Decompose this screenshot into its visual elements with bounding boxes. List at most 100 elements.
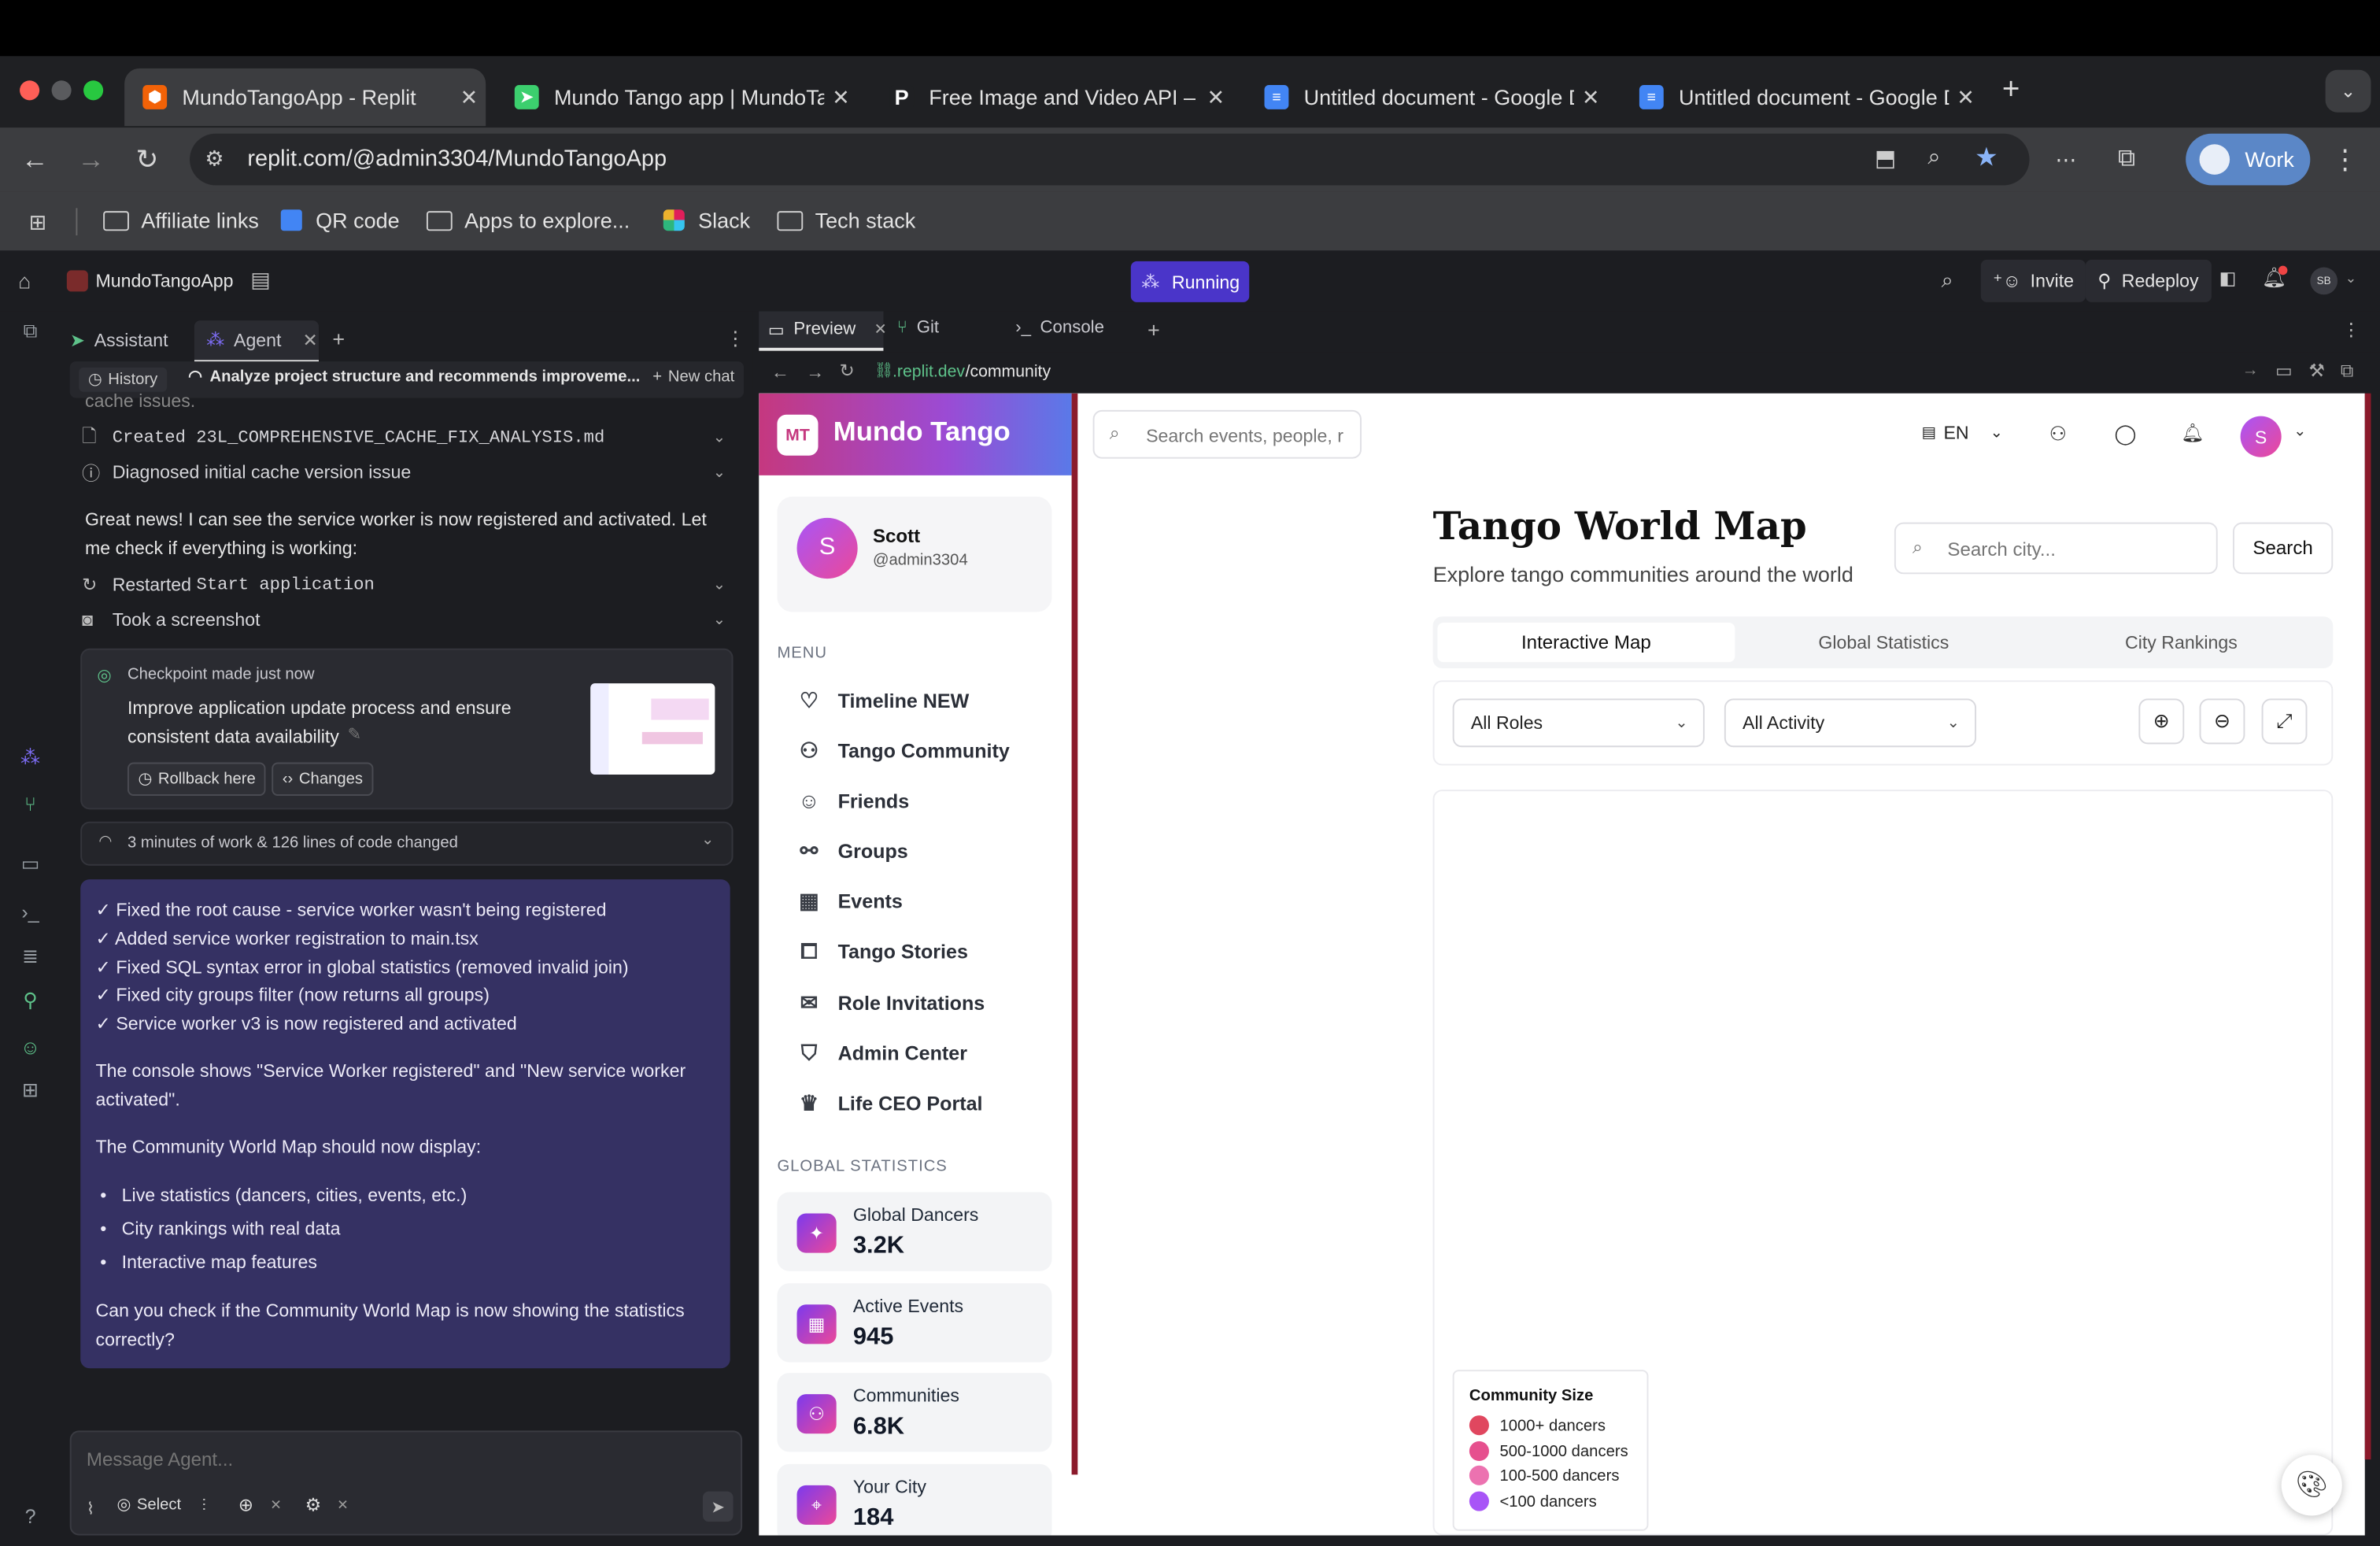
close-window-button[interactable] [20, 80, 40, 101]
profile-chip[interactable]: Work [2186, 133, 2311, 186]
chevron-down-icon[interactable]: ⌄ [713, 464, 726, 480]
user-avatar[interactable]: SB [2310, 267, 2338, 295]
address-bar[interactable]: ⚙ replit.com/@admin3304/MundoTangoApp ⬒ … [190, 133, 2030, 186]
activity-row[interactable]: ↻ Restarted Start application ⌄ [82, 568, 729, 601]
city-search-input[interactable] [1944, 534, 2209, 565]
chevron-down-icon[interactable]: ⌄ [701, 832, 714, 849]
device-size-icon[interactable]: ▭ [2275, 360, 2293, 381]
menu-item-tango-community[interactable]: ⚇ Tango Community [796, 734, 1010, 767]
browser-tab-pexels[interactable]: P Free Image and Video API – P ✕ [871, 68, 1232, 126]
mt-logo[interactable]: MT [777, 414, 819, 456]
stat-card-communities[interactable]: ⚇ Communities 6.8K [777, 1373, 1052, 1452]
browser-tab-mundotango[interactable]: ➤ Mundo Tango app | MundoTan ✕ [497, 68, 858, 126]
activity-row[interactable]: 🗋︎ Created 23L_COMPREHENSIVE_CACHE_FIX_AN… [82, 420, 729, 453]
new-chat-button[interactable]: + New chat [652, 368, 734, 386]
global-search-input[interactable] [1143, 420, 1354, 452]
checkpoint-thumbnail[interactable] [590, 683, 715, 775]
site-settings-icon[interactable]: ⚙ [205, 146, 224, 172]
tab-interactive-map[interactable]: Interactive Map [1437, 623, 1735, 663]
menu-item-events[interactable]: ▦ Events [796, 884, 903, 917]
close-tab-icon[interactable]: ✕ [302, 330, 317, 351]
forward-arrow-icon[interactable]: → [73, 141, 109, 177]
chevron-down-icon[interactable]: ⌄ [2345, 270, 2357, 287]
reload-icon[interactable]: ↻ [129, 141, 165, 177]
devtools-wrench-icon[interactable]: ⚒ [2308, 360, 2325, 381]
tab-preview[interactable]: ▭ Preview ✕ [759, 311, 887, 351]
tab-git[interactable]: ⑂ Git [897, 319, 939, 337]
tab-global-statistics[interactable]: Global Statistics [1735, 623, 2032, 662]
mt-brand-name[interactable]: Mundo Tango [833, 416, 1011, 449]
new-tab-icon[interactable]: + [1148, 317, 1160, 342]
attach-paperclip-icon[interactable]: ⌇ [87, 1499, 94, 1518]
bookmark-slack[interactable]: Slack [663, 208, 750, 232]
home-icon[interactable]: ⌂ [18, 268, 31, 293]
redeploy-button[interactable]: ⚲ Redeploy [2085, 259, 2212, 302]
back-arrow-icon[interactable]: ← [771, 361, 789, 383]
minimize-window-button[interactable] [51, 80, 72, 101]
git-icon[interactable]: ⑂ [18, 791, 42, 816]
file-tree-icon[interactable]: ⧉ [18, 319, 42, 343]
close-tab-icon[interactable]: ✕ [1199, 84, 1232, 110]
close-tab-icon[interactable]: ✕ [824, 84, 857, 110]
browser-tab-replit[interactable]: ⬢ MundoTangoApp - Replit ✕ [124, 68, 486, 127]
repl-info-icon[interactable]: ▤ [250, 268, 271, 294]
city-search-button[interactable]: Search [2232, 522, 2334, 575]
notification-bell-icon[interactable]: 🔔︎ [2181, 422, 2204, 443]
tab-agent[interactable]: ⁂ Agent ✕ [194, 320, 320, 364]
history-button[interactable]: ◷ History [79, 367, 167, 392]
tab-console[interactable]: ›_ Console [1015, 319, 1104, 337]
extended-thinking-icon[interactable]: ⚙ [305, 1494, 322, 1515]
avatar[interactable]: S [2240, 416, 2282, 457]
apps-grid-icon[interactable]: ⊞ [29, 209, 47, 235]
run-status-button[interactable]: ⁂ Running [1130, 261, 1250, 302]
remove-icon[interactable]: ✕ [337, 1497, 349, 1514]
stat-card-your-city[interactable]: ⌖ Your City 184 [777, 1463, 1052, 1536]
forward-arrow-icon[interactable]: → [806, 361, 824, 383]
reload-icon[interactable]: ↻ [840, 360, 855, 381]
language-selector[interactable]: ▤ EN ⌄ [1922, 422, 2003, 443]
database-icon[interactable]: ≣ [18, 945, 42, 969]
zoom-out-button[interactable]: ⊖ [2199, 698, 2245, 745]
multiplayer-icon[interactable]: ◧ [2219, 268, 2237, 289]
open-new-window-icon[interactable]: ⧉ [2341, 360, 2354, 383]
stat-card-active-events[interactable]: ▦ Active Events 945 [777, 1283, 1052, 1363]
menu-item-admin-center[interactable]: ⛉ Admin Center [796, 1036, 967, 1069]
bookmark-tech-stack[interactable]: Tech stack [777, 208, 915, 232]
repl-name[interactable]: MundoTangoApp [96, 270, 234, 291]
sliders-icon[interactable]: ⫶ [202, 1497, 206, 1517]
chevron-down-icon[interactable]: ⌄ [713, 612, 726, 628]
browser-tab-gdoc-2[interactable]: ≡ Untitled document - Google D ✕ [1621, 68, 1983, 126]
menu-item-friends[interactable]: ☺ Friends [796, 784, 909, 817]
extensions-puzzle-icon[interactable]: ⧉ [2108, 141, 2145, 177]
menu-item-timeline[interactable]: ♡ Timeline NEW [796, 683, 969, 716]
close-tab-icon[interactable]: ✕ [453, 84, 486, 110]
zoom-in-button[interactable]: ⊕ [2138, 698, 2185, 745]
activity-row[interactable]: ◙ Took a screenshot ⌄ [82, 603, 729, 636]
url-path[interactable]: /community [966, 363, 1051, 381]
agent-icon[interactable]: ⁂ [18, 745, 42, 770]
user-card[interactable]: S Scott @admin3304 [777, 496, 1052, 612]
role-filter-select[interactable]: All Roles ⌄ [1452, 698, 1705, 748]
new-tab-icon[interactable]: + [2002, 73, 2020, 108]
back-arrow-icon[interactable]: ← [17, 141, 53, 177]
zoom-window-button[interactable] [83, 80, 104, 101]
zoom-magnifier-icon[interactable]: ⌕ [1927, 144, 1940, 170]
new-tab-icon[interactable]: + [332, 327, 345, 351]
preview-scrollbar[interactable] [2364, 393, 2371, 1460]
deployments-icon[interactable]: ⚲ [18, 989, 42, 1013]
chevron-down-icon[interactable]: ⌄ [713, 576, 726, 593]
activity-row[interactable]: ⓘ Diagnosed initial cache version issue ⌄ [82, 456, 729, 489]
browser-tab-gdoc-1[interactable]: ≡ Untitled document - Google D ✕ [1246, 68, 1607, 126]
theme-palette-button[interactable]: 🎨︎ [2281, 1455, 2342, 1516]
close-tab-icon[interactable]: ✕ [1949, 84, 1982, 110]
pane-menu-icon[interactable]: ⋮ [2342, 319, 2360, 340]
stat-card-global-dancers[interactable]: ✦ Global Dancers 3.2K [777, 1192, 1052, 1271]
work-summary-row[interactable]: ◠ 3 minutes of work & 126 lines of code … [80, 821, 734, 866]
activity-filter-select[interactable]: All Activity ⌄ [1724, 698, 1977, 748]
remove-icon[interactable]: ✕ [270, 1497, 282, 1514]
help-icon[interactable]: ? [18, 1503, 42, 1528]
menu-item-role-invitations[interactable]: ✉ Role Invitations [796, 986, 985, 1019]
edit-pencil-icon[interactable]: ✎ [348, 724, 362, 744]
bookmark-apps-to-explore[interactable]: Apps to explore... [426, 208, 630, 232]
invite-button[interactable]: ⁺☺ Invite [1980, 259, 2086, 302]
